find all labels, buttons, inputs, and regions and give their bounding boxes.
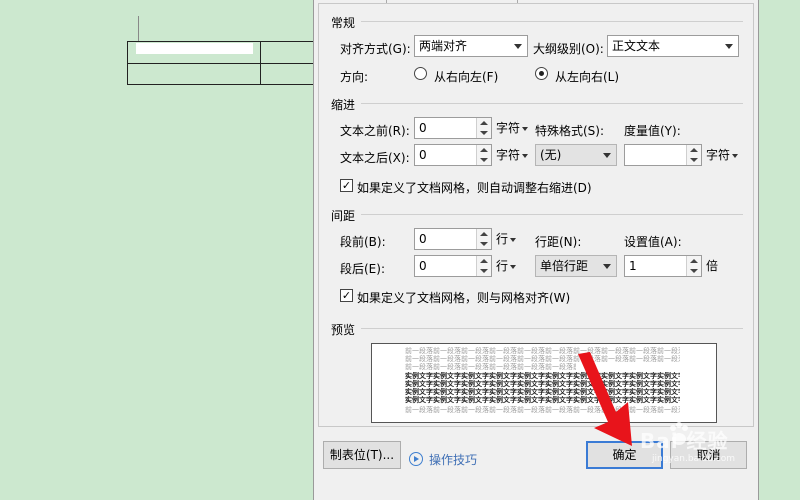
auto-adjust-indent-checkbox[interactable]: ✓ (340, 179, 353, 192)
chevron-down-icon (603, 153, 611, 158)
document-table[interactable] (127, 41, 319, 85)
line-spacing-select[interactable]: 单倍行距 (535, 255, 617, 277)
indents-spacing-panel: 常规 对齐方式(G): 两端对齐 大纲级别(O): 正文文本 方向: 从右向左(… (318, 3, 754, 427)
alignment-select-value: 两端对齐 (419, 39, 468, 53)
section-divider (361, 214, 743, 215)
spin-down-icon[interactable] (480, 269, 488, 273)
spin-up-icon[interactable] (480, 259, 488, 263)
indent-before-input[interactable]: 0 (414, 117, 492, 139)
section-title-general: 常规 (331, 16, 356, 30)
rtl-radio[interactable] (414, 67, 427, 80)
section-title-spacing: 间距 (331, 209, 356, 223)
caret-down-icon (732, 153, 739, 158)
space-before-unit: 行 (496, 232, 509, 246)
spin-down-icon[interactable] (480, 242, 488, 246)
caret-down-icon (522, 153, 529, 158)
spin-down-icon[interactable] (480, 131, 488, 135)
watermark-url: jingyan.baidu.com (652, 454, 736, 464)
paragraph-preview: 前一段落前一段落前一段落前一段落前一段落前一段落前一段落前一段落前一段落前一段落… (371, 343, 717, 423)
play-circle-icon[interactable] (409, 452, 423, 466)
rtl-radio-label[interactable]: 从右向左(F) (434, 68, 498, 85)
set-value-unit: 倍 (706, 259, 719, 273)
set-value-value: 1 (629, 259, 637, 273)
set-value-label: 设置值(A): (624, 235, 682, 249)
caret-down-icon (510, 237, 517, 242)
measure-unit-dropdown[interactable]: 字符 (706, 144, 739, 166)
outline-level-select-value: 正文文本 (612, 39, 661, 53)
space-before-value: 0 (419, 232, 427, 246)
direction-label: 方向: (340, 70, 369, 84)
section-divider (361, 103, 743, 104)
chevron-down-icon (514, 44, 522, 49)
measure-label: 度量值(Y): (624, 124, 681, 138)
space-after-unit-dropdown[interactable]: 行 (496, 255, 517, 277)
line-spacing-value: 单倍行距 (540, 259, 589, 273)
snap-to-grid-checkbox[interactable]: ✓ (340, 289, 353, 302)
caret-down-icon (510, 264, 517, 269)
spin-up-icon[interactable] (480, 232, 488, 236)
tab-stops-button[interactable]: 制表位(T)... (323, 441, 401, 469)
spin-buttons[interactable] (686, 145, 701, 165)
space-after-input[interactable]: 0 (414, 255, 492, 277)
section-divider (361, 328, 743, 329)
special-format-label: 特殊格式(S): (535, 124, 605, 138)
section-divider (361, 21, 743, 22)
spin-up-icon[interactable] (690, 259, 698, 263)
space-before-label: 段前(B): (340, 235, 386, 249)
indent-after-value: 0 (419, 148, 427, 162)
spin-up-icon[interactable] (690, 148, 698, 152)
space-before-input[interactable]: 0 (414, 228, 492, 250)
chevron-down-icon (603, 264, 611, 269)
red-arrow-icon (578, 352, 632, 446)
space-before-unit-dropdown[interactable]: 行 (496, 228, 517, 250)
set-value-input[interactable]: 1 (624, 255, 702, 277)
table-row-divider (128, 63, 318, 64)
indent-before-unit: 字符 (496, 121, 521, 135)
table-column-divider (260, 42, 261, 84)
spin-down-icon[interactable] (690, 158, 698, 162)
indent-before-value: 0 (419, 121, 427, 135)
spin-buttons[interactable] (476, 118, 491, 138)
indent-after-input[interactable]: 0 (414, 144, 492, 166)
indent-after-unit-dropdown[interactable]: 字符 (496, 144, 529, 166)
alignment-label: 对齐方式(G): (340, 42, 411, 56)
snap-to-grid-label[interactable]: 如果定义了文档网格，则与网格对齐(W) (357, 289, 570, 306)
ltr-radio-label[interactable]: 从左向右(L) (555, 68, 619, 85)
spin-down-icon[interactable] (480, 158, 488, 162)
document-selection-highlight (136, 43, 253, 54)
section-title-preview: 预览 (331, 323, 356, 337)
spin-buttons[interactable] (686, 256, 701, 276)
indent-before-unit-dropdown[interactable]: 字符 (496, 117, 529, 139)
indent-after-unit: 字符 (496, 148, 521, 162)
indent-before-label: 文本之前(R): (340, 124, 410, 138)
space-after-unit: 行 (496, 259, 509, 273)
spin-up-icon[interactable] (480, 148, 488, 152)
tips-link[interactable]: 操作技巧 (429, 451, 477, 468)
measure-unit: 字符 (706, 148, 731, 162)
chevron-down-icon (725, 44, 733, 49)
outline-level-label: 大纲级别(O): (533, 42, 604, 56)
watermark-brand: Bai 经验 (640, 429, 729, 453)
section-title-indent: 缩进 (331, 98, 356, 112)
caret-down-icon (522, 126, 529, 131)
document-text-cursor-line (138, 16, 139, 42)
special-format-select[interactable]: (无) (535, 144, 617, 166)
special-format-value: (无) (540, 148, 562, 162)
spin-buttons[interactable] (476, 145, 491, 165)
indent-after-label: 文本之后(X): (340, 151, 410, 165)
ltr-radio[interactable] (535, 67, 548, 80)
spin-up-icon[interactable] (480, 121, 488, 125)
auto-adjust-indent-label[interactable]: 如果定义了文档网格，则自动调整右缩进(D) (357, 179, 592, 196)
spin-buttons[interactable] (476, 229, 491, 249)
measure-input[interactable] (624, 144, 702, 166)
alignment-select[interactable]: 两端对齐 (414, 35, 528, 57)
line-spacing-label: 行距(N): (535, 235, 582, 249)
preview-previous-paragraph: 前一段落前一段落前一段落前一段落前一段落前一段落前一段落前一段落前一段落前一段落… (405, 363, 576, 371)
outline-level-select[interactable]: 正文文本 (607, 35, 739, 57)
spin-down-icon[interactable] (690, 269, 698, 273)
space-after-value: 0 (419, 259, 427, 273)
spin-buttons[interactable] (476, 256, 491, 276)
space-after-label: 段后(E): (340, 262, 385, 276)
